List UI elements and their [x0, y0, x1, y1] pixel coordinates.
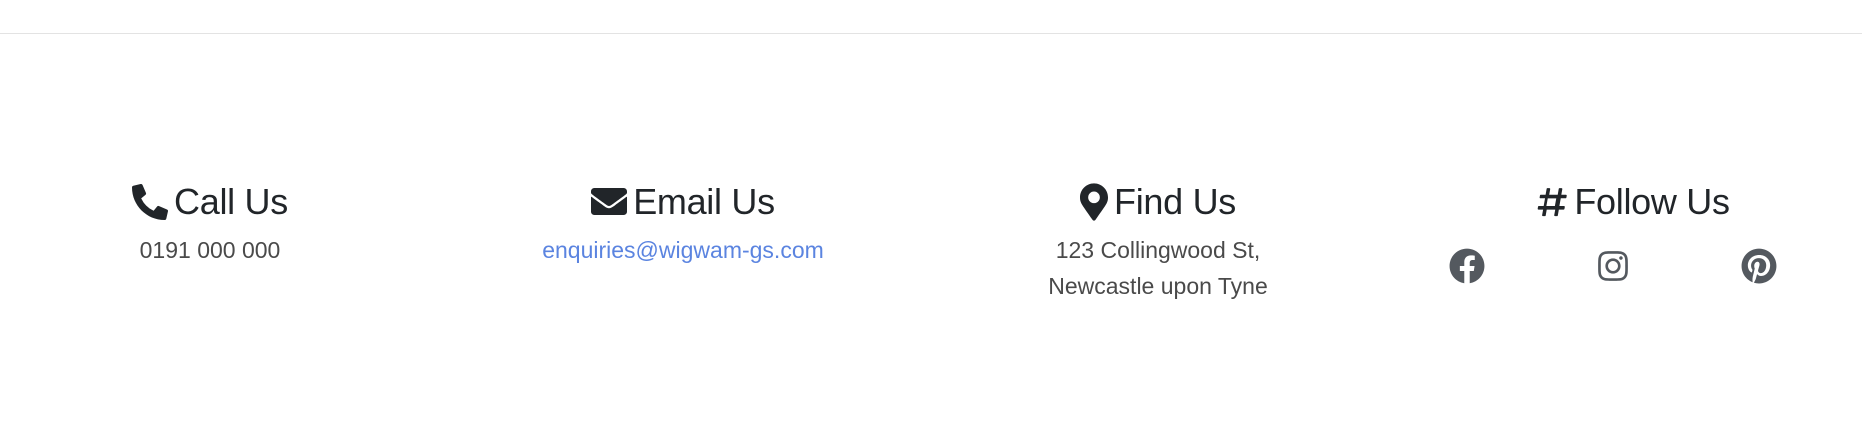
map-pin-icon [1080, 183, 1109, 221]
envelope-icon [591, 187, 628, 217]
call-us-title: Call Us [174, 181, 288, 222]
follow-us-section: Follow Us [1393, 176, 1862, 292]
pinterest-icon [1741, 248, 1777, 289]
pinterest-link[interactable] [1739, 248, 1779, 288]
email-us-section: Email Us enquiries@wigwam-gs.com [443, 176, 923, 268]
follow-us-heading: Follow Us [1393, 176, 1862, 228]
email-us-heading: Email Us [443, 176, 923, 228]
instagram-link[interactable] [1593, 248, 1633, 288]
phone-icon [132, 184, 169, 220]
facebook-link[interactable] [1447, 248, 1487, 288]
phone-number: 0191 000 000 [139, 237, 281, 263]
hashtag-icon [1536, 185, 1568, 219]
find-us-section: Find Us 123 Collingwood St, Newcastle up… [918, 176, 1398, 304]
address-line-2: Newcastle upon Tyne [1048, 273, 1268, 299]
email-us-title: Email Us [633, 181, 775, 222]
call-us-heading: Call Us [0, 176, 450, 228]
call-us-section: Call Us 0191 000 000 [0, 176, 450, 268]
instagram-icon [1596, 249, 1630, 288]
find-us-heading: Find Us [918, 176, 1398, 228]
social-links [1393, 248, 1862, 292]
email-link[interactable]: enquiries@wigwam-gs.com [542, 237, 824, 263]
find-us-title: Find Us [1114, 181, 1236, 222]
facebook-icon [1449, 248, 1485, 289]
email-line: enquiries@wigwam-gs.com [443, 232, 923, 268]
follow-us-title: Follow Us [1574, 181, 1730, 222]
address-line-1: 123 Collingwood St, [1055, 237, 1261, 263]
contact-footer: Call Us 0191 000 000 Email Us enquiries@… [0, 0, 1862, 432]
